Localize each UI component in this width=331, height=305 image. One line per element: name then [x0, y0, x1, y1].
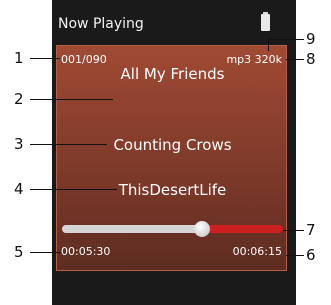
- callout-8-line: [286, 59, 304, 60]
- progress-knob[interactable]: [194, 221, 210, 237]
- callout-7: 7: [306, 221, 316, 239]
- song-title: All My Friends: [120, 65, 225, 83]
- callout-9-line-drop: [268, 39, 269, 51]
- callout-6-line: [286, 255, 304, 256]
- callout-2: 2: [14, 90, 24, 108]
- screen-title: Now Playing: [58, 16, 144, 32]
- progress-bar[interactable]: [62, 221, 283, 237]
- callout-4-line: [30, 189, 117, 190]
- now-playing-panel: 001/090 mp3 320k All My Friends Counting…: [56, 45, 287, 271]
- callout-1: 1: [14, 49, 24, 67]
- status-bar: Now Playing: [52, 0, 296, 40]
- callout-9: 9: [306, 30, 316, 48]
- callout-7-line: [283, 230, 304, 231]
- callout-8: 8: [306, 50, 316, 68]
- callout-6: 6: [306, 246, 316, 264]
- progress-played: [62, 225, 202, 233]
- callout-9-line: [268, 39, 304, 40]
- total-time: 00:06:15: [232, 245, 282, 258]
- callout-4: 4: [14, 180, 24, 198]
- callout-1-line: [30, 58, 60, 59]
- elapsed-time: 00:05:30: [61, 245, 111, 258]
- callout-2-line: [30, 99, 113, 100]
- album-name: ThisDesertLife: [118, 181, 227, 199]
- callout-3-line: [30, 144, 107, 145]
- callout-5-line: [30, 252, 60, 253]
- battery-icon: [261, 12, 270, 31]
- callout-5: 5: [14, 243, 24, 261]
- callout-3: 3: [14, 135, 24, 153]
- artist-name: Counting Crows: [113, 136, 232, 154]
